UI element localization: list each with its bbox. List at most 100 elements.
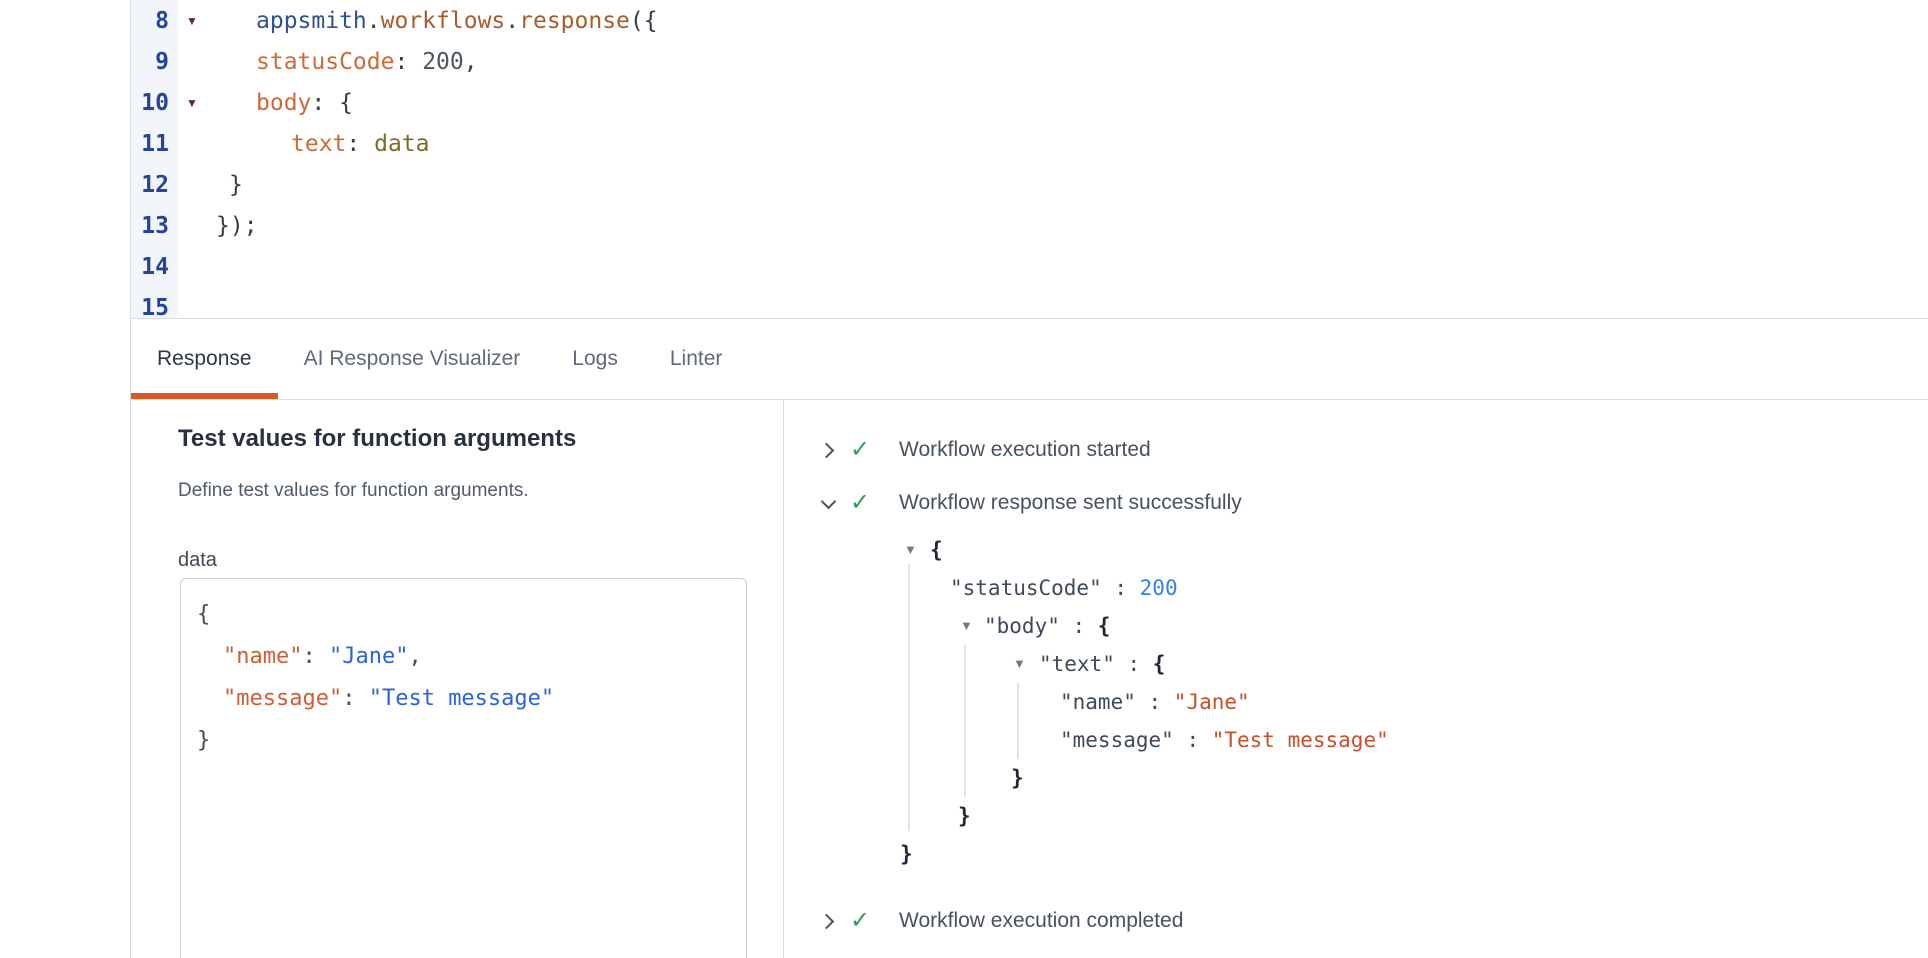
token: "text" (1039, 652, 1115, 676)
fold-gutter (178, 123, 206, 164)
token: { (1098, 614, 1111, 638)
token: response (519, 8, 630, 34)
fold-gutter (178, 41, 206, 82)
token: "name" (223, 644, 302, 669)
code-text (206, 287, 216, 318)
code-line: 12} (131, 164, 1928, 205)
expand-chevron-icon[interactable] (817, 439, 839, 461)
tree-collapse-icon[interactable]: ▼ (904, 531, 917, 569)
tree-node: "name" : "Jane" (1060, 683, 1250, 721)
success-check-icon: ✓ (850, 488, 870, 518)
token: workflows (381, 8, 506, 34)
token: body (256, 90, 311, 116)
response-json-tree: ▼{"statusCode" : 200▼"body" : {▼"text" :… (900, 531, 1800, 875)
log-entry[interactable]: ✓Workflow execution started (784, 435, 1928, 465)
log-entry-label: Workflow response sent successfully (899, 488, 1242, 518)
token: "message" (1060, 728, 1174, 752)
tree-row: } (900, 835, 1800, 873)
tree-collapse-icon[interactable]: ▼ (1013, 645, 1026, 683)
fold-gutter (178, 164, 206, 205)
tree-node: "statusCode" : 200 (950, 569, 1178, 607)
token: : (1136, 690, 1174, 714)
line-number: 13 (131, 205, 178, 246)
token: 200 (1140, 576, 1178, 600)
code-text: body: { (206, 82, 353, 123)
tree-row: "name" : "Jane" (900, 683, 1800, 721)
code-line: 15 (131, 287, 1928, 318)
expand-chevron-icon[interactable] (817, 910, 839, 932)
tree-node: "message" : "Test message" (1060, 721, 1389, 759)
tab-logs[interactable]: Logs (546, 319, 644, 399)
token: . (367, 8, 381, 34)
token: : (1174, 728, 1212, 752)
tree-row: "statusCode" : 200 (900, 569, 1800, 607)
workflow-ide-screen: 8▼appsmith.workflows.response({9statusCo… (0, 0, 1928, 958)
tree-node: "text" : { (1039, 645, 1165, 683)
token: "statusCode" (950, 576, 1102, 600)
log-entry[interactable]: ✓ Workflow response sent successfully (784, 488, 1928, 518)
chevron-glyph (819, 913, 835, 929)
token: : (1102, 576, 1140, 600)
tree-row: ▼ "text" : { (900, 645, 1800, 683)
collapse-chevron-icon[interactable] (817, 492, 839, 514)
tree-collapse-icon[interactable]: ▼ (960, 607, 973, 645)
line-number: 14 (131, 246, 178, 287)
token: "message" (223, 686, 342, 711)
line-number: 10 (131, 82, 178, 123)
tab-ai-response-visualizer[interactable]: AI Response Visualizer (278, 319, 547, 399)
token: : (1115, 652, 1153, 676)
token: "name" (1060, 690, 1136, 714)
fold-toggle-icon[interactable]: ▼ (178, 0, 206, 41)
line-number: 11 (131, 123, 178, 164)
data-field-label: data (178, 549, 217, 572)
chevron-glyph (820, 493, 836, 509)
line-number: 15 (131, 287, 178, 318)
fold-gutter (178, 246, 206, 287)
code-text: appsmith.workflows.response({ (206, 0, 658, 41)
token: , (408, 644, 421, 669)
code-line: 8▼appsmith.workflows.response({ (131, 0, 1928, 41)
token: }); (216, 213, 258, 239)
tree-node: } (958, 797, 971, 835)
token: { (197, 602, 210, 627)
tree-node: "body" : { (984, 607, 1110, 645)
workflow-logs-panel: ▼{"statusCode" : 200▼"body" : {▼"text" :… (784, 400, 1928, 958)
tree-row: } (900, 797, 1800, 835)
fold-gutter (178, 287, 206, 318)
line-number: 12 (131, 164, 178, 205)
token: : (302, 644, 329, 669)
tree-row: "message" : "Test message" (900, 721, 1800, 759)
token: } (958, 804, 971, 828)
token: : (311, 90, 339, 116)
token: { (339, 90, 353, 116)
code-editor[interactable]: 8▼appsmith.workflows.response({9statusCo… (131, 0, 1928, 318)
token: 200 (422, 49, 464, 75)
fold-toggle-icon[interactable]: ▼ (178, 82, 206, 123)
success-check-icon: ✓ (850, 906, 870, 936)
token: { (1153, 652, 1166, 676)
token: "body" (984, 614, 1060, 638)
tree-node: } (900, 835, 913, 873)
json-editor-line: } (197, 719, 730, 761)
token: "Test message" (369, 686, 554, 711)
code-line: 13}); (131, 205, 1928, 246)
token: data (374, 131, 429, 157)
code-text: } (206, 164, 243, 205)
token: } (229, 172, 243, 198)
data-json-input[interactable]: { "name": "Jane", "message": "Test message… (180, 578, 747, 958)
tree-row: ▼{ (900, 531, 1800, 569)
token: , (464, 49, 478, 75)
log-entry[interactable]: ✓Workflow execution completed (784, 906, 1928, 936)
tab-response[interactable]: Response (131, 319, 278, 399)
code-line: 9statusCode: 200, (131, 41, 1928, 82)
code-text (206, 246, 216, 287)
token: "Test message" (1212, 728, 1389, 752)
token: : (342, 686, 369, 711)
success-check-icon: ✓ (850, 435, 870, 465)
tab-linter[interactable]: Linter (644, 319, 749, 399)
tree-node: } (1011, 759, 1024, 797)
panel-title: Test values for function arguments (178, 425, 576, 453)
token: } (1011, 766, 1024, 790)
token: "Jane" (329, 644, 408, 669)
code-line: 14 (131, 246, 1928, 287)
